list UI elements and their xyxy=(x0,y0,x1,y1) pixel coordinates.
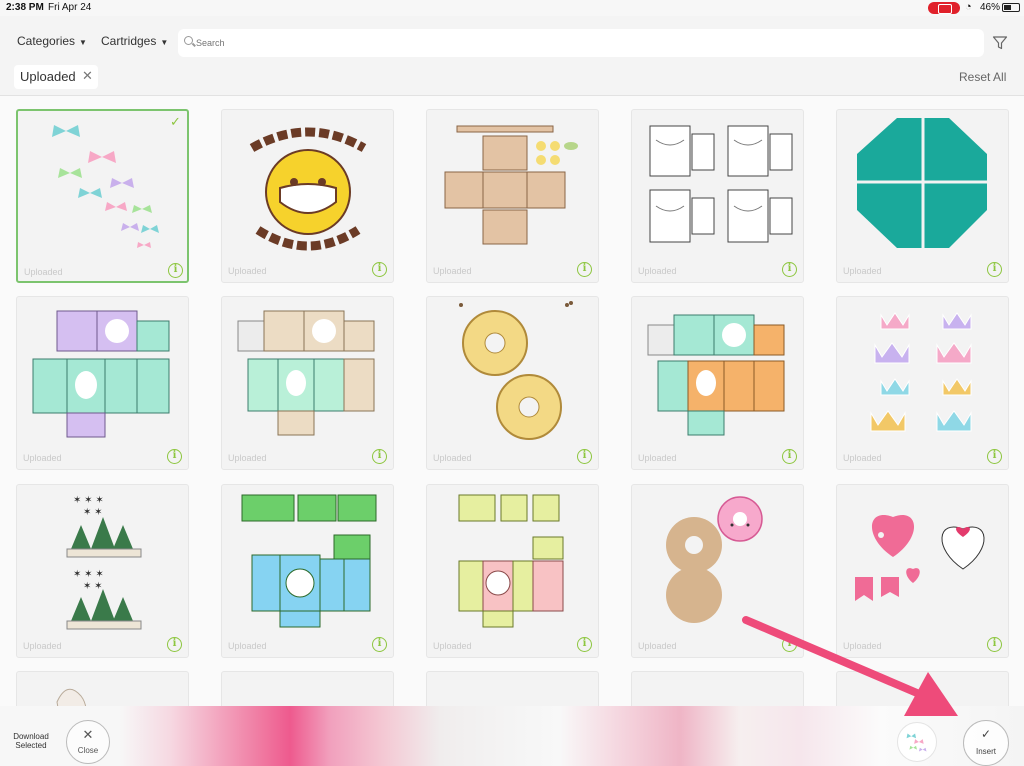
crowns-image xyxy=(870,312,972,432)
info-icon[interactable]: i xyxy=(987,262,1002,277)
insert-button[interactable]: ✓ Insert xyxy=(963,720,1009,766)
selected-image-thumbnail[interactable] xyxy=(897,722,937,762)
info-icon[interactable]: i xyxy=(577,262,592,277)
image-tile[interactable]: Uploaded i xyxy=(426,296,599,470)
close-icon: ✕ xyxy=(82,727,94,742)
info-icon[interactable]: i xyxy=(577,637,592,652)
image-tile[interactable]: Uploaded i xyxy=(16,296,189,470)
info-icon[interactable]: i xyxy=(372,637,387,652)
image-tile[interactable]: Uploaded i xyxy=(221,109,394,283)
search-input[interactable] xyxy=(196,33,976,53)
green-blue-box-image xyxy=(241,494,377,628)
toolbar: Categories▼ Cartridges▼ Uploaded ✕ Reset… xyxy=(0,16,1024,96)
info-icon[interactable]: i xyxy=(782,637,797,652)
caret-down-icon: ▼ xyxy=(160,38,169,47)
tile-label: Uploaded xyxy=(638,266,677,276)
tile-label: Uploaded xyxy=(433,453,472,463)
butterflies-thumbnail-image xyxy=(906,733,927,752)
tile-label: Uploaded xyxy=(843,641,882,651)
image-tile[interactable]: Uploaded i xyxy=(836,109,1009,283)
info-icon[interactable]: i xyxy=(372,449,387,464)
image-tile[interactable]: Uploaded i xyxy=(631,109,804,283)
tile-label: Uploaded xyxy=(228,641,267,651)
info-icon[interactable]: i xyxy=(987,449,1002,464)
reset-all-button[interactable]: Reset All xyxy=(959,70,1006,84)
info-icon[interactable]: i xyxy=(168,263,183,278)
svg-text:✶ ✶: ✶ ✶ xyxy=(83,581,103,592)
cartridges-dropdown[interactable]: Cartridges ▼ xyxy=(101,34,168,48)
coloring-tags-image xyxy=(649,125,793,243)
image-tile[interactable]: Uploaded i xyxy=(631,296,804,470)
status-date: Fri Apr 24 xyxy=(48,2,92,13)
tile-label: Uploaded xyxy=(24,267,63,277)
close-button[interactable]: ✕ Close xyxy=(66,720,110,764)
cartridges-label: Cartridges xyxy=(101,34,157,48)
info-icon[interactable]: i xyxy=(167,449,182,464)
tile-label: Uploaded xyxy=(433,641,472,651)
info-icon[interactable]: i xyxy=(782,449,797,464)
donut-layers-image xyxy=(666,496,763,623)
battery-percent: 46% xyxy=(980,2,1001,13)
filter-icon[interactable] xyxy=(992,35,1008,51)
svg-text:✶ ✶ ✶: ✶ ✶ ✶ xyxy=(73,569,104,580)
remove-filter-icon[interactable]: ✕ xyxy=(82,68,93,84)
search-bar xyxy=(178,29,984,57)
filter-chip-label: Uploaded xyxy=(20,69,76,84)
status-bar: 2:38 PM Fri Apr 24 ◔ 46% xyxy=(0,0,1024,16)
battery-icon xyxy=(1002,3,1020,12)
tile-label: Uploaded xyxy=(23,641,62,651)
christmas-trees-image: ✶ ✶ ✶✶ ✶ ✶ ✶ ✶✶ ✶ xyxy=(66,495,142,630)
image-tile[interactable]: Uploaded i xyxy=(631,484,804,658)
image-tile[interactable]: ✶ ✶ ✶ ✶ ✶ ✶ ✶ ✶ ✶ ✶ Uploaded i xyxy=(16,484,189,658)
wifi-icon: ◔ xyxy=(965,1,972,13)
tile-label: Uploaded xyxy=(843,453,882,463)
categories-dropdown[interactable]: Categories ▼ xyxy=(17,34,87,48)
image-tile[interactable]: Uploaded i xyxy=(426,484,599,658)
info-icon[interactable]: i xyxy=(987,637,1002,652)
image-tile[interactable]: Uploaded i xyxy=(836,296,1009,470)
image-tile[interactable]: Uploaded i xyxy=(221,296,394,470)
image-tile[interactable]: Uploaded i xyxy=(221,484,394,658)
dont-worry-image xyxy=(249,127,367,251)
svg-text:✶ ✶: ✶ ✶ xyxy=(83,507,103,518)
image-tile[interactable]: Uploaded i xyxy=(426,109,599,283)
selected-check-icon: ✓ xyxy=(170,114,181,129)
valentine-hearts-image xyxy=(855,515,985,601)
tile-label: Uploaded xyxy=(638,453,677,463)
insert-label: Insert xyxy=(975,747,996,756)
image-tile[interactable]: ✓ Uploaded i xyxy=(16,109,189,283)
image-grid: ✓ Uploaded i Uploaded i Uploaded i Uploa… xyxy=(0,96,1024,766)
info-icon[interactable]: i xyxy=(782,262,797,277)
tan-box-template-image xyxy=(444,125,578,245)
butterflies-image xyxy=(52,125,159,248)
caret-down-icon: ▼ xyxy=(79,38,87,47)
tile-label: Uploaded xyxy=(228,266,267,276)
tile-label: Uploaded xyxy=(843,266,882,276)
purple-mint-box-image xyxy=(32,310,170,438)
info-icon[interactable]: i xyxy=(372,262,387,277)
search-icon xyxy=(184,36,193,45)
status-time: 2:38 PM xyxy=(6,2,44,13)
info-icon[interactable]: i xyxy=(167,637,182,652)
svg-text:✶ ✶ ✶: ✶ ✶ ✶ xyxy=(73,495,104,506)
teal-orange-box-image xyxy=(647,314,785,436)
download-selected-button[interactable]: Download Selected xyxy=(12,732,50,750)
yellow-pink-box-image xyxy=(458,494,564,628)
tile-label: Uploaded xyxy=(228,453,267,463)
uploaded-filter-chip: Uploaded ✕ xyxy=(14,65,98,89)
close-label: Close xyxy=(77,746,99,755)
bottom-action-bar: Download Selected ✕ Close ✓ Insert xyxy=(0,706,1024,766)
tile-label: Uploaded xyxy=(433,266,472,276)
info-icon[interactable]: i xyxy=(577,449,592,464)
checkmark-icon: ✓ xyxy=(980,727,992,741)
tile-label: Uploaded xyxy=(23,453,62,463)
categories-label: Categories xyxy=(17,34,76,48)
screen-recording-icon xyxy=(928,2,960,14)
tile-label: Uploaded xyxy=(638,641,677,651)
image-tile[interactable]: Uploaded i xyxy=(836,484,1009,658)
teal-octagon-image xyxy=(857,118,987,248)
tan-mint-box-image xyxy=(237,310,375,436)
donuts-image xyxy=(459,301,573,440)
